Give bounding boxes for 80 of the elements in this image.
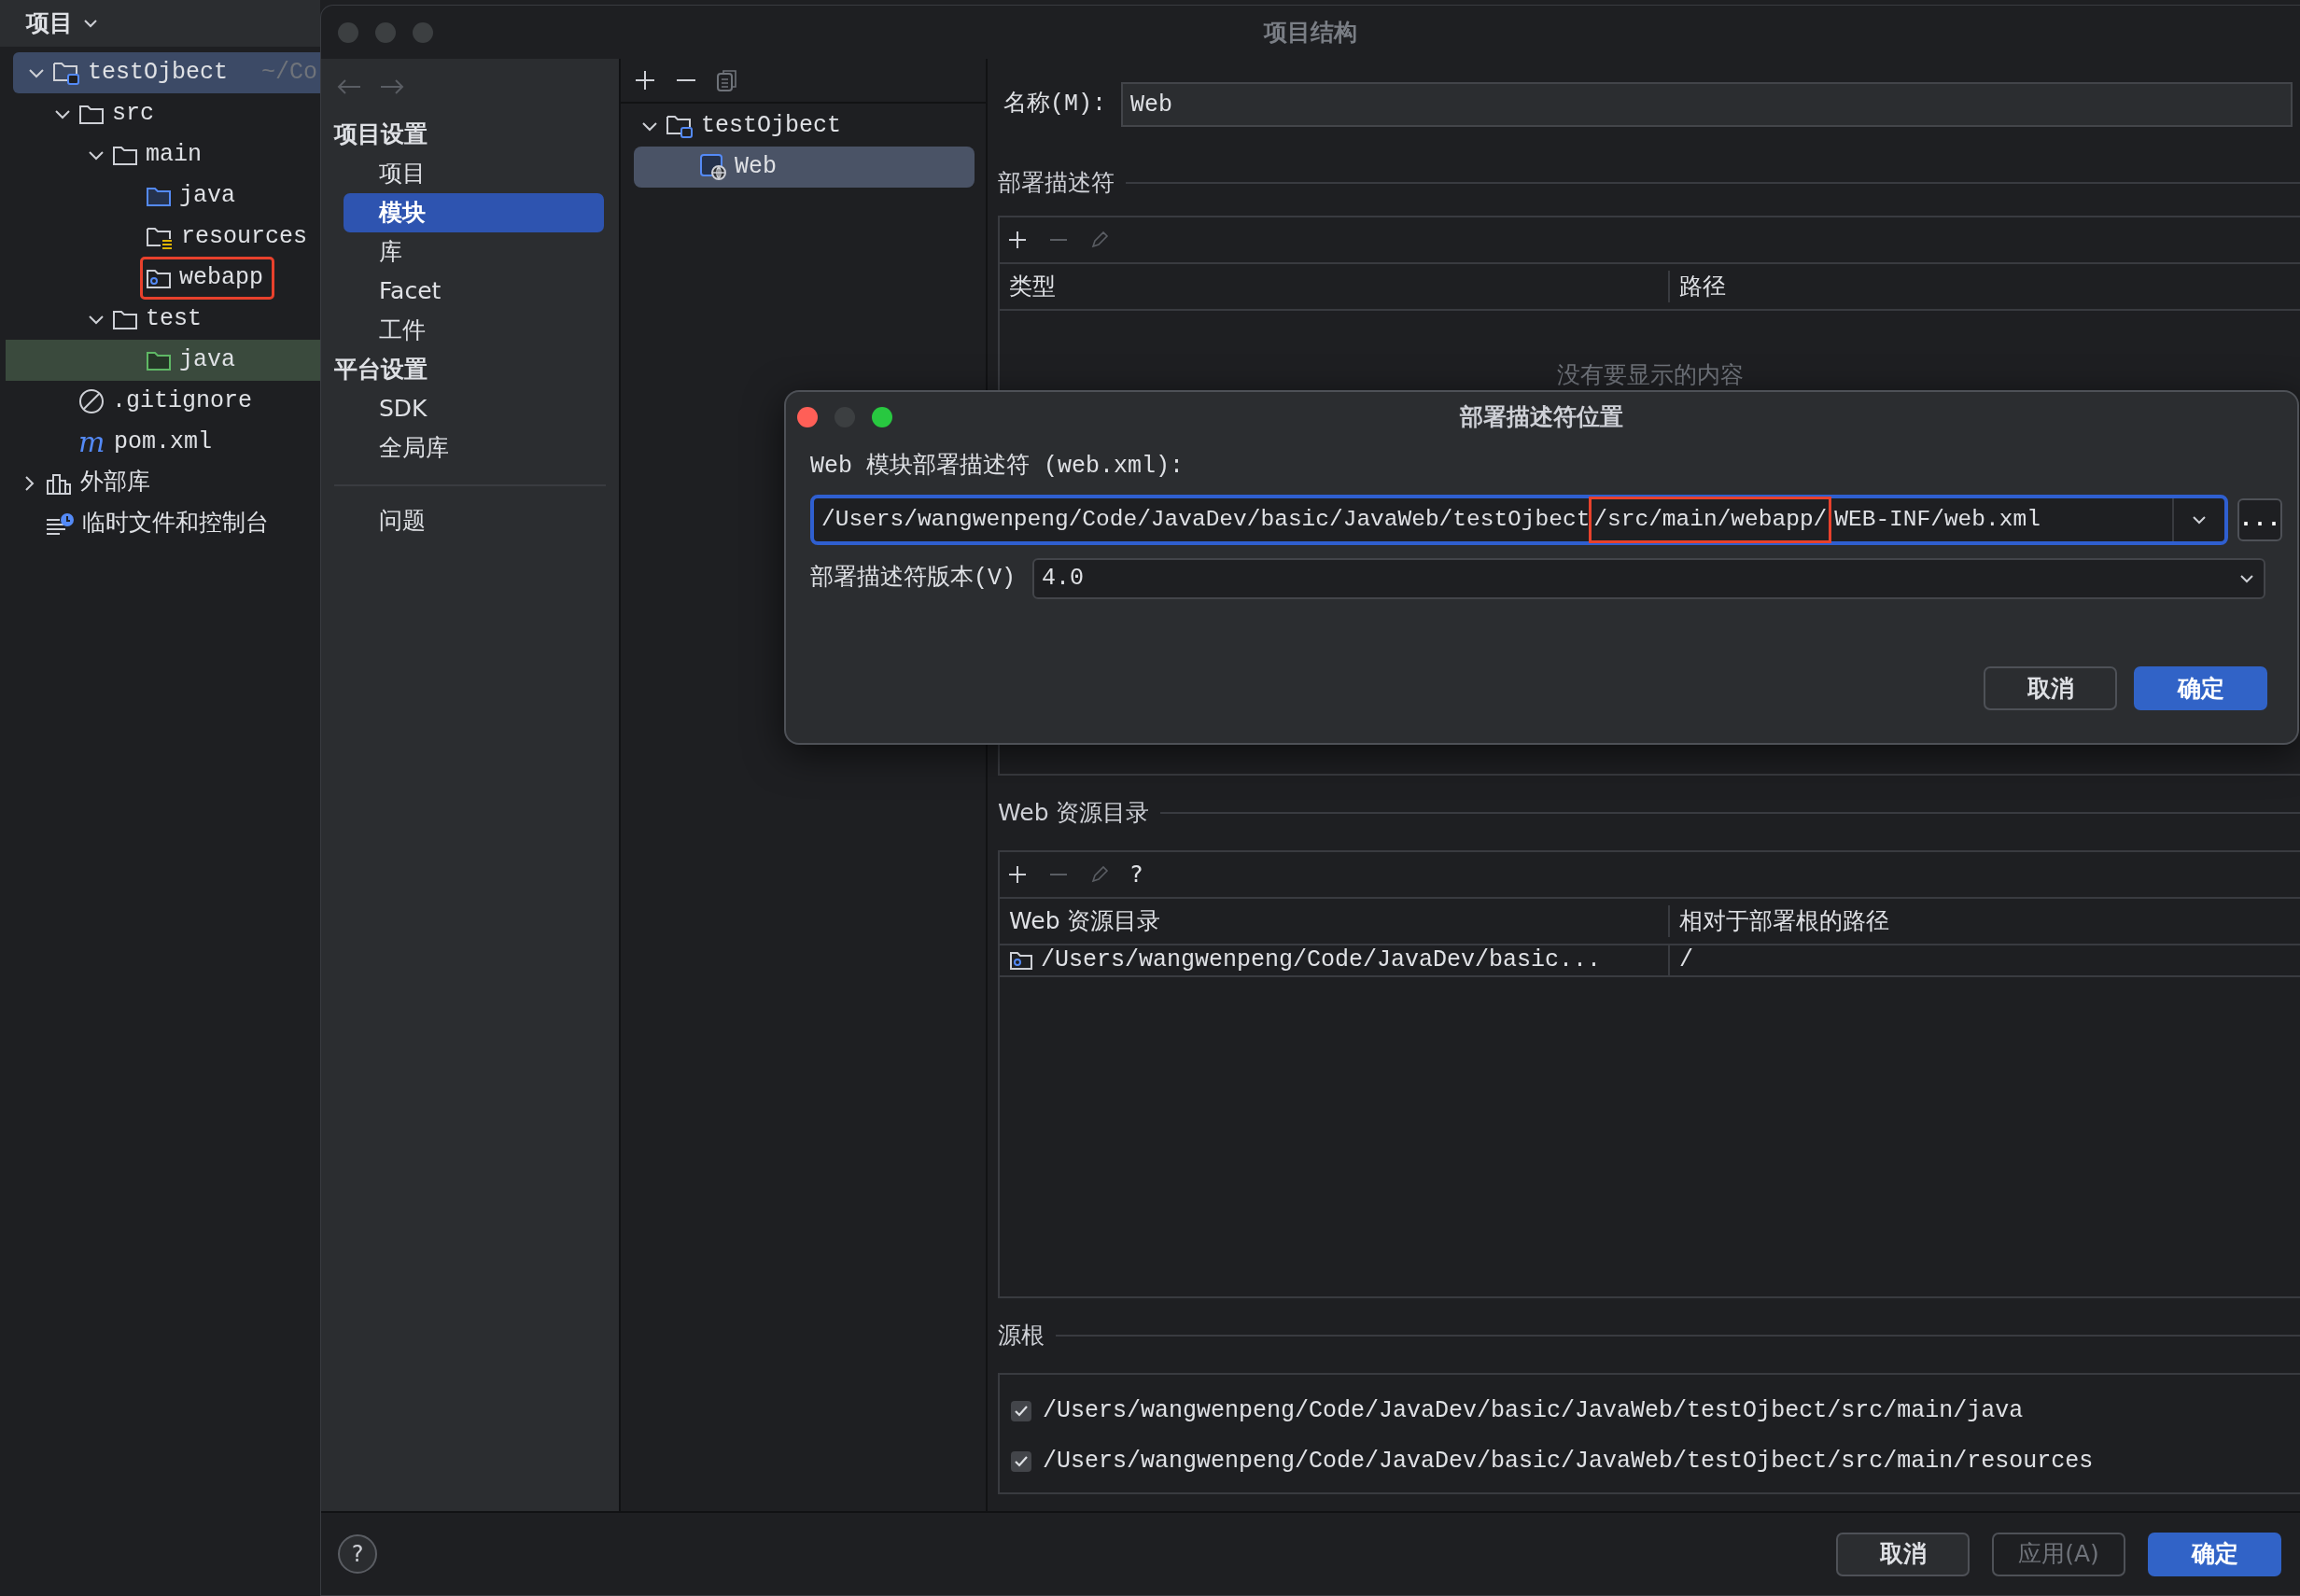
tree-item[interactable]: java	[6, 175, 320, 217]
checkbox[interactable]	[1011, 1401, 1031, 1421]
column-header: 相对于部署根的路径	[1678, 906, 1889, 937]
section-title: 部署描述符	[998, 168, 1115, 199]
folder-icon	[78, 103, 105, 125]
tree-item[interactable]: java	[6, 340, 320, 381]
section-title: 源根	[998, 1321, 1045, 1351]
check-icon	[1014, 1454, 1029, 1469]
button[interactable]: 确定	[2148, 1532, 2281, 1576]
books-icon	[45, 471, 73, 496]
copy-icon[interactable]	[716, 68, 738, 92]
highlight-frame: webapp	[142, 259, 273, 298]
pencil-icon[interactable]	[1089, 864, 1110, 885]
tree-item[interactable]: test	[6, 299, 320, 340]
folder-icon	[1009, 950, 1033, 971]
dialog-title: 部署描述符位置	[1459, 402, 1624, 433]
table-cell-text: /	[1678, 945, 1693, 976]
maven-letter-icon: m	[78, 428, 106, 456]
nav-item[interactable]: Facet	[344, 272, 604, 311]
pencil-icon[interactable]	[1089, 230, 1110, 250]
highlight-frame: /src/main/webapp/	[1592, 498, 1830, 541]
folder-icon	[112, 308, 138, 330]
nav-heading: 项目设置	[334, 119, 428, 150]
nav-item[interactable]: 库	[344, 232, 604, 272]
tree-item[interactable]: Web	[634, 147, 975, 188]
column-header: Web 资源目录	[1000, 905, 1670, 937]
button[interactable]: 取消	[1984, 666, 2117, 710]
nav-item[interactable]: 工件	[344, 311, 604, 350]
folder-icon	[146, 185, 172, 207]
tree-item[interactable]: m pom.xml	[6, 422, 320, 463]
column-header: 类型	[1000, 271, 1670, 302]
checkbox[interactable]	[1011, 1451, 1031, 1472]
window-control[interactable]	[797, 407, 818, 427]
add-icon[interactable]	[1007, 230, 1028, 250]
source-path: /Users/wangwenpeng/Code/JavaDev/basic/JavaWeb/testOjbect/src/main/java	[1043, 1396, 2024, 1427]
column-header: 路径	[1678, 272, 1726, 302]
table-cell-text: /Users/wangwenpeng/Code/JavaDev/basic...	[1041, 945, 1602, 976]
tree-item[interactable]: resources	[6, 217, 320, 258]
add-icon[interactable]	[634, 69, 656, 91]
check-icon	[1014, 1404, 1029, 1419]
field-label: 部署描述符版本(V)	[810, 564, 1016, 595]
name-field[interactable]: Web	[1121, 82, 2293, 127]
button[interactable]: 确定	[2134, 666, 2267, 710]
nav-item[interactable]: 项目	[344, 154, 604, 193]
panel-title: 项目	[26, 8, 73, 39]
field-label: 名称(M):	[1003, 90, 1106, 120]
tree-item[interactable]: testOjbect	[634, 105, 986, 147]
slash-circle-icon	[78, 388, 105, 414]
module-globe-icon	[699, 153, 727, 181]
tree-item[interactable]: 临时文件和控制台	[6, 504, 320, 545]
add-icon[interactable]	[1007, 864, 1028, 885]
source-path: /Users/wangwenpeng/Code/JavaDev/basic/JavaWeb/testOjbect/src/main/resources	[1043, 1447, 2094, 1477]
tree-item[interactable]: .gitignore	[6, 381, 320, 422]
folder-icon	[146, 267, 172, 289]
folder-icon	[666, 113, 694, 139]
nav-item[interactable]: 问题	[344, 501, 604, 540]
tree-item[interactable]: src	[6, 93, 320, 134]
field-label: Web 模块部署描述符 (web.xml):	[810, 452, 1185, 483]
section-title: Web 资源目录	[998, 798, 1150, 829]
browse-button[interactable]: ...	[2237, 498, 2282, 541]
nav-item[interactable]: 全局库	[344, 428, 604, 468]
nav-item[interactable]: SDK	[344, 389, 604, 428]
window-title: 项目结构	[1262, 17, 1358, 48]
folder-icon	[112, 144, 138, 166]
window-control[interactable]	[872, 407, 892, 427]
folder-icon	[146, 349, 172, 371]
folder-icon	[52, 60, 80, 86]
nav-item[interactable]: 模块	[344, 193, 604, 232]
empty-message: 没有要显示的内容	[1556, 361, 1744, 388]
tree-item[interactable]: main	[6, 134, 320, 175]
button[interactable]: 取消	[1836, 1532, 1970, 1576]
folder-icon	[146, 225, 174, 249]
tree-item[interactable]: 外部库	[6, 463, 320, 504]
version-dropdown[interactable]: 4.0	[1032, 558, 2265, 599]
path-field[interactable]: /Users/wangwenpeng/Code/JavaDev/basic/JavaWeb/testOjbect /src/main/webapp/ WEB-INF/web.xml	[810, 495, 2228, 545]
tree-item[interactable]: webapp	[6, 258, 320, 299]
clock-list-icon	[45, 512, 75, 537]
help-button[interactable]: ?	[1130, 857, 1143, 892]
help-button[interactable]: ?	[338, 1534, 377, 1574]
nav-heading: 平台设置	[334, 355, 428, 385]
